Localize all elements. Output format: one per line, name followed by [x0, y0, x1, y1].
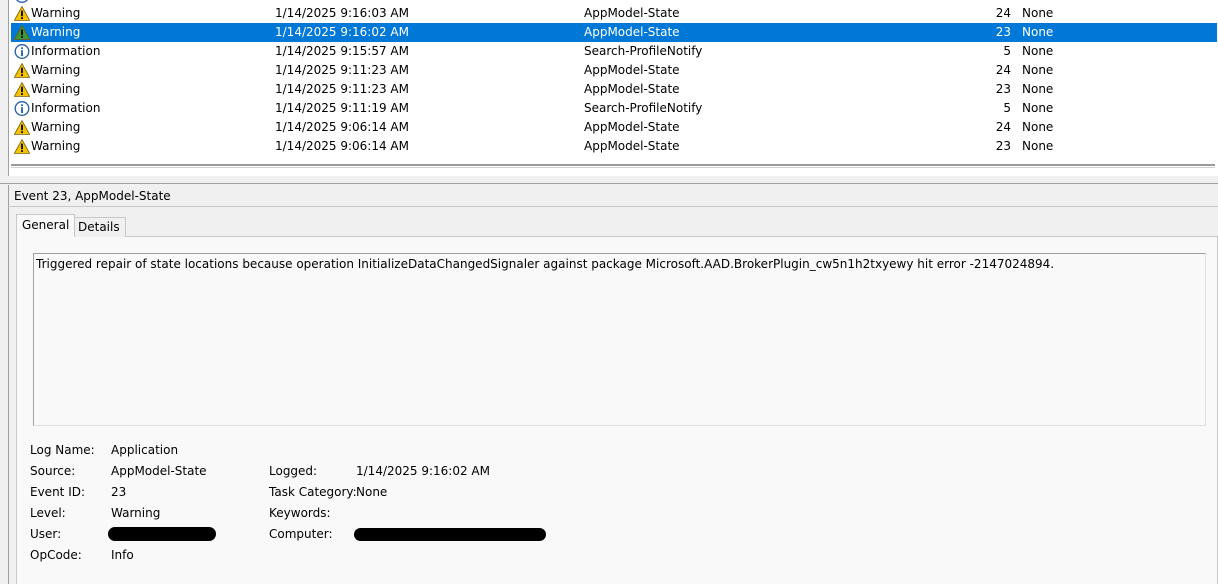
task-category-label: Task Category: [269, 485, 357, 499]
event-row[interactable]: Warning 1/14/2025 9:06:14 AM AppModel-Stat… [11, 118, 1217, 137]
event-source: AppModel-State [584, 6, 680, 20]
event-list[interactable]: Warning 1/14/2025 9:16:03 AM AppModel-Stat… [8, 0, 1218, 176]
computer-label: Computer: [269, 527, 333, 541]
event-row[interactable]: Warning 1/14/2025 9:11:23 AM AppModel-Stat… [11, 80, 1217, 99]
event-row[interactable]: Information 1/14/2025 9:15:57 AM Search-Pr… [11, 42, 1217, 61]
event-task-category: None [1022, 82, 1054, 96]
user-redaction [108, 527, 216, 541]
event-id-value: 23 [111, 485, 127, 499]
event-date: 1/14/2025 9:11:23 AM [275, 82, 409, 96]
computer-redaction [354, 528, 546, 541]
event-date: 1/14/2025 9:11:19 AM [275, 101, 409, 115]
information-icon [14, 101, 30, 116]
event-description[interactable]: Triggered repair of state locations beca… [33, 253, 1206, 426]
event-task-category: None [1022, 101, 1054, 115]
warning-icon [13, 5, 31, 21]
event-row[interactable]: Warning 1/14/2025 9:06:14 AM AppModel-Stat… [11, 137, 1217, 156]
event-task-category: None [1022, 120, 1054, 134]
tab-general[interactable]: General [16, 214, 76, 237]
event-date: 1/14/2025 9:15:57 AM [275, 44, 409, 58]
event-date: 1/14/2025 9:16:02 AM [275, 25, 409, 39]
event-date: 1/14/2025 9:06:14 AM [275, 120, 409, 134]
event-date: 1/14/2025 9:16:03 AM [275, 6, 409, 20]
event-level: Warning [31, 120, 81, 134]
log-name-label: Log Name: [30, 443, 95, 457]
event-id: 24 [995, 63, 1011, 77]
event-level: Warning [31, 139, 81, 153]
event-level: Warning [31, 63, 81, 77]
tab-details[interactable]: Details [72, 217, 126, 237]
warning-icon [13, 119, 31, 135]
event-id: 23 [995, 82, 1011, 96]
event-details-body: Triggered repair of state locations beca… [8, 207, 1218, 584]
level-value: Warning [111, 506, 161, 520]
keywords-label: Keywords: [269, 506, 331, 520]
event-source: AppModel-State [584, 82, 680, 96]
logged-label: Logged: [269, 464, 318, 478]
warning-icon [13, 81, 31, 97]
event-row[interactable]: Warning 1/14/2025 9:16:02 AM AppModel-Stat… [11, 23, 1217, 42]
scrollbar-track [11, 164, 1215, 166]
event-row[interactable]: Warning 1/14/2025 9:16:03 AM AppModel-Stat… [11, 4, 1217, 23]
event-level: Warning [31, 25, 81, 39]
event-id: 5 [1003, 44, 1011, 58]
information-icon [14, 44, 30, 59]
event-row[interactable]: Warning 1/14/2025 9:11:23 AM AppModel-Stat… [11, 61, 1217, 80]
pane-splitter[interactable] [0, 176, 1218, 184]
event-source: AppModel-State [584, 63, 680, 77]
event-level: Warning [31, 82, 81, 96]
warning-icon [13, 24, 31, 40]
event-source: AppModel-State [584, 25, 680, 39]
horizontal-scrollbar[interactable] [11, 159, 1215, 171]
scrollbar-track-shadow [11, 167, 1215, 168]
event-details-header: Event 23, AppModel-State [8, 185, 1218, 207]
general-tab-panel: Triggered repair of state locations beca… [16, 236, 1218, 584]
event-source: AppModel-State [584, 120, 680, 134]
event-level: Information [31, 101, 101, 115]
log-name-value: Application [111, 443, 179, 457]
logged-value: 1/14/2025 9:16:02 AM [356, 464, 490, 478]
source-value: AppModel-State [111, 464, 207, 478]
event-row[interactable]: Information 1/14/2025 9:11:19 AM Search-Pr… [11, 99, 1217, 118]
event-level: Information [31, 44, 101, 58]
event-id: 24 [995, 120, 1011, 134]
event-date: 1/14/2025 9:06:14 AM [275, 139, 409, 153]
event-task-category: None [1022, 139, 1054, 153]
warning-icon [13, 62, 31, 78]
event-id: 23 [995, 139, 1011, 153]
level-label: Level: [30, 506, 66, 520]
event-id: 24 [995, 6, 1011, 20]
event-task-category: None [1022, 6, 1054, 20]
warning-icon [13, 138, 31, 154]
task-category-value: None [356, 485, 388, 499]
event-id: 23 [995, 25, 1011, 39]
event-level: Warning [31, 6, 81, 20]
event-task-category: None [1022, 44, 1054, 58]
opcode-value: Info [111, 548, 134, 562]
event-date: 1/14/2025 9:11:23 AM [275, 63, 409, 77]
event-id: 5 [1003, 101, 1011, 115]
source-label: Source: [30, 464, 76, 478]
opcode-label: OpCode: [30, 548, 82, 562]
event-source: AppModel-State [584, 139, 680, 153]
event-task-category: None [1022, 63, 1054, 77]
event-task-category: None [1022, 25, 1054, 39]
event-id-label: Event ID: [30, 485, 86, 499]
event-source: Search-ProfileNotify [584, 101, 703, 115]
user-label: User: [30, 527, 62, 541]
event-source: Search-ProfileNotify [584, 44, 703, 58]
